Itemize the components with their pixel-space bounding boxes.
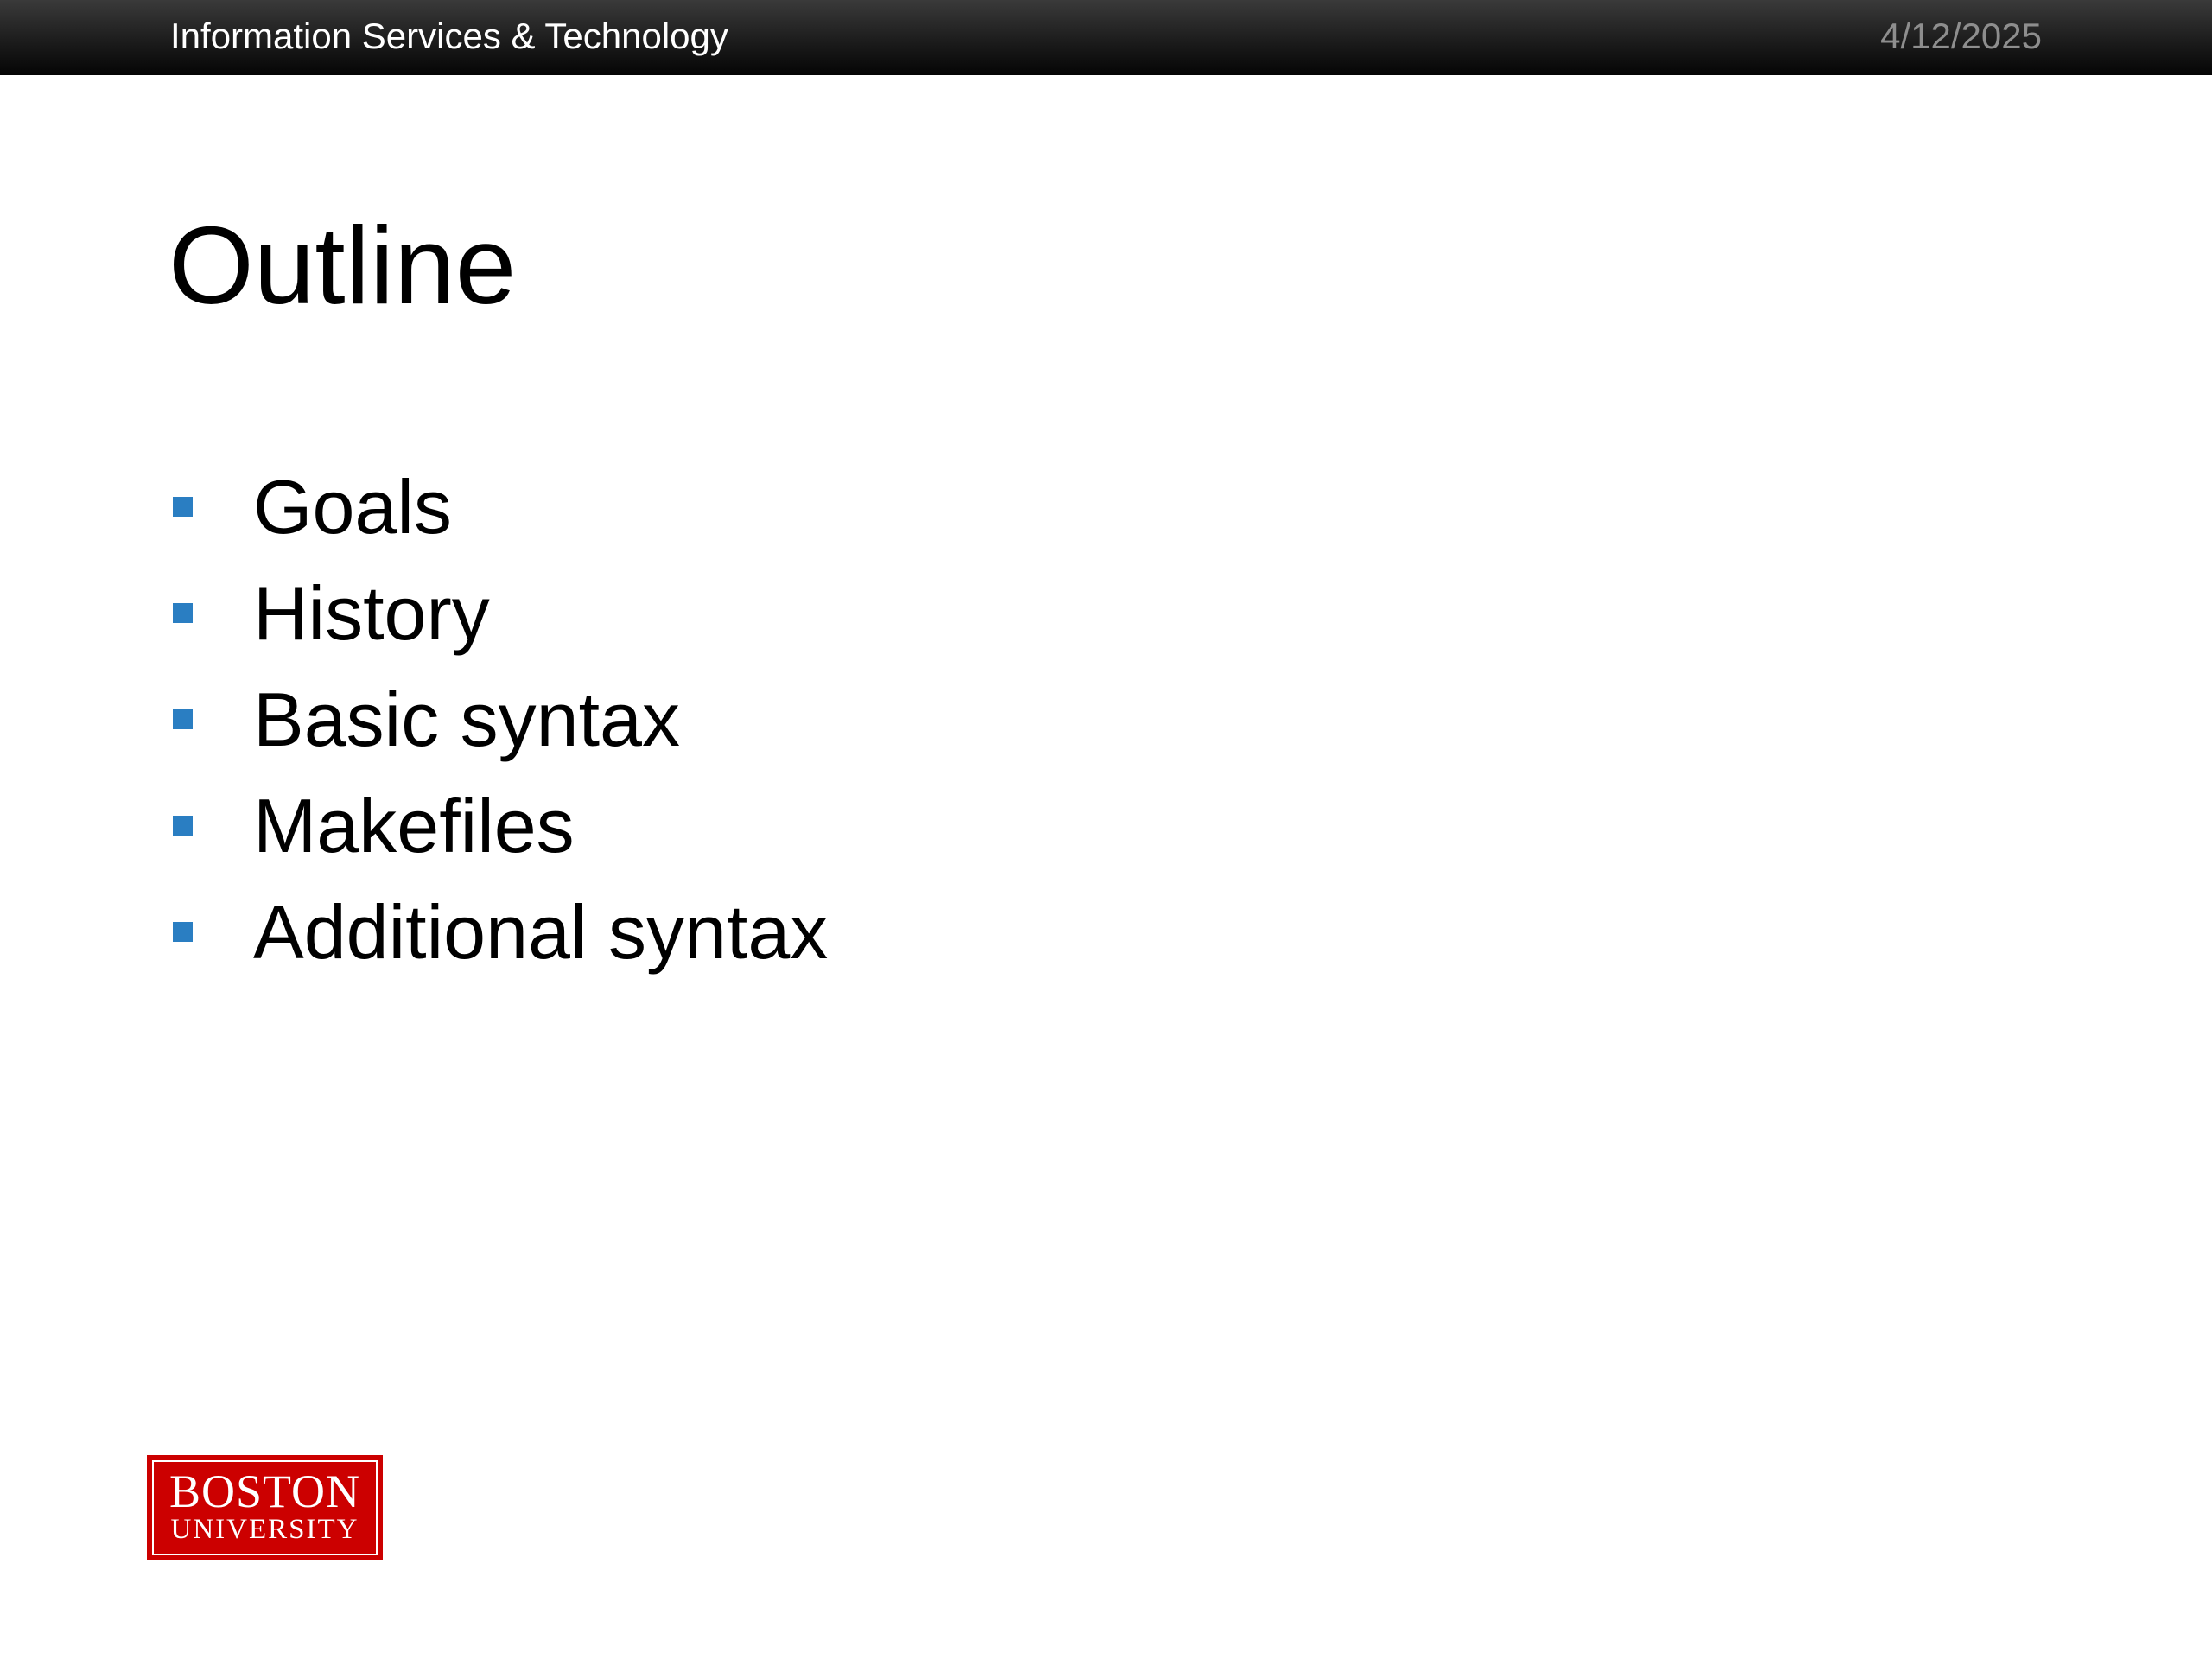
square-bullet-icon (173, 709, 193, 729)
square-bullet-icon (173, 921, 193, 942)
square-bullet-icon (173, 602, 193, 623)
organization-name: Information Services & Technology (170, 16, 728, 56)
slide-title: Outline (168, 204, 517, 327)
list-item-label: Makefiles (253, 782, 575, 868)
logo-text-line2: UNIVERSITY (170, 1514, 359, 1545)
list-item-label: Basic syntax (253, 676, 680, 762)
header-bar: Information Services & Technology 4/12/2… (0, 0, 2212, 75)
square-bullet-icon (173, 815, 193, 836)
list-item-label: Goals (253, 463, 452, 550)
slide-date: 4/12/2025 (1880, 16, 2042, 56)
boston-university-logo: BOSTON UNIVERSITY (147, 1455, 383, 1560)
logo-text-line1: BOSTON (168, 1465, 361, 1517)
square-bullet-icon (173, 496, 193, 517)
slide: Information Services & Technology 4/12/2… (0, 0, 2212, 1659)
list-item-label: History (253, 569, 490, 656)
list-item-label: Additional syntax (253, 888, 829, 975)
